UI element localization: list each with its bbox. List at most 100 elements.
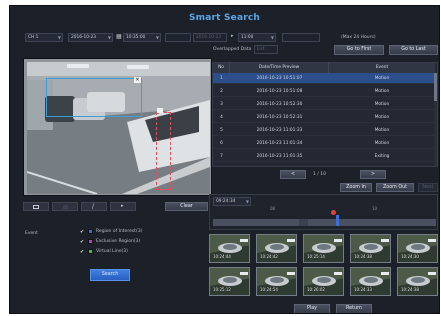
row-datetime: 2016-10-23 11:01:34	[256, 141, 303, 146]
timeline-tick: 08	[270, 206, 276, 211]
smart-search-window: Smart Search CH 1 ▼ 2016-10-23 ▼ ▦ 10:35…	[9, 5, 440, 314]
thumbnail[interactable]: 10:24:30	[397, 234, 438, 263]
timeline-time-field[interactable]: 09:24:34 ▼	[213, 197, 251, 206]
thumbnail[interactable]: 10:25:12	[209, 267, 250, 296]
zoom-in-button[interactable]: Zoom In	[340, 183, 372, 192]
event-checkbox[interactable]: ✔	[80, 229, 85, 235]
thumbnail-timestamp: 10:24:44	[213, 254, 231, 259]
clear-button[interactable]: Clear	[165, 202, 208, 211]
draw-rectangle-tool[interactable]	[23, 202, 49, 211]
channel-select[interactable]: CH 1 ▼	[25, 33, 63, 42]
row-datetime: 2016-10-23 10:51:07	[256, 76, 303, 81]
thumbnail-timestamp: 10:24:54	[260, 287, 278, 292]
timeline-time-value: 09:24:34	[216, 199, 236, 204]
table-row[interactable]: 6 2016-10-23 11:01:34 Motion	[213, 138, 435, 149]
table-header: No Date/Time Preview Event	[213, 63, 435, 73]
event-color-swatch	[88, 249, 93, 254]
start-date-field[interactable]: 2016-10-23 ▼	[68, 33, 113, 42]
video-preview[interactable]: ✕	[23, 58, 212, 196]
end-sub-field	[282, 33, 320, 42]
timeline-panel[interactable]: 09:24:34 ▼ 08 10	[209, 194, 438, 230]
thumbnail[interactable]: 10:24:38	[397, 267, 438, 296]
search-button[interactable]: Search	[90, 269, 130, 281]
thumbnail[interactable]: 10:24:42	[256, 234, 297, 263]
chevron-down-icon: ▼	[270, 35, 274, 40]
table-scrollbar[interactable]	[434, 73, 437, 166]
return-button[interactable]: Return	[336, 304, 372, 313]
row-no: 6	[220, 141, 223, 146]
table-row[interactable]: 2 2016-10-23 10:51:08 Motion	[213, 86, 435, 97]
header-event: Event	[375, 65, 389, 70]
thumbnail-timestamp: 10:25:14	[307, 254, 325, 259]
thumbnail[interactable]: 10:24:38	[350, 234, 391, 263]
zoom-out-button[interactable]: Zoom Out	[376, 183, 414, 192]
end-time-value: 11:00	[241, 35, 254, 40]
draw-line-tool[interactable]: /	[81, 202, 107, 211]
row-datetime: 2016-10-23 10:52:31	[256, 115, 303, 120]
page-indicator: 1 / 10	[313, 172, 326, 177]
table-row[interactable]: 5 2016-10-23 11:01:33 Motion	[213, 125, 435, 136]
close-icon[interactable]: ✕	[134, 77, 141, 83]
polygon-icon	[63, 205, 68, 209]
start-time-field[interactable]: 10:35:00 ▼	[123, 33, 161, 42]
event-label: Event	[25, 231, 38, 236]
line-icon: /	[92, 203, 95, 210]
region-of-interest-box[interactable]	[46, 78, 142, 117]
thumbnail[interactable]: 10:24:44	[209, 234, 250, 263]
thumbnail-timestamp: 10:24:42	[260, 254, 278, 259]
table-row[interactable]: 4 2016-10-23 10:52:31 Motion	[213, 112, 435, 123]
thumbnail[interactable]: 10:24:33	[350, 267, 391, 296]
table-row[interactable]: 3 2016-10-23 10:52:30 Motion	[213, 99, 435, 110]
scrollbar-thumb[interactable]	[434, 73, 437, 101]
dst-field	[165, 33, 191, 42]
prev-page-button[interactable]: <	[280, 170, 306, 179]
row-no: 4	[220, 115, 223, 120]
draw-polygon-tool[interactable]	[52, 202, 78, 211]
row-no: 7	[220, 154, 223, 159]
thumbnail[interactable]: 10:25:14	[303, 234, 344, 263]
row-event: Motion	[374, 115, 390, 120]
max-hours-hint: (Max 24 Hours)	[341, 35, 376, 40]
play-button[interactable]: Play	[294, 304, 330, 313]
start-time-value: 10:35:00	[126, 35, 146, 40]
thumbnail[interactable]: 10:26:02	[303, 267, 344, 296]
event-checkbox[interactable]: ✔	[80, 239, 85, 245]
row-datetime: 2016-10-23 11:01:35	[256, 154, 303, 159]
row-no: 5	[220, 128, 223, 133]
row-datetime: 2016-10-23 10:52:30	[256, 102, 303, 107]
checkmark-icon: ✔	[80, 249, 85, 255]
range-separator: ▸	[231, 33, 234, 39]
next-disabled-button: Next	[418, 183, 438, 192]
chevron-down-icon: ▼	[57, 35, 61, 40]
row-no: 2	[220, 89, 223, 94]
region-handle[interactable]	[157, 108, 163, 113]
timeline-marker[interactable]	[335, 215, 339, 226]
thumbnail[interactable]: 10:24:54	[256, 267, 297, 296]
thumbnail-timestamp: 10:24:38	[354, 254, 372, 259]
thumbnail-timestamp: 10:24:30	[401, 254, 419, 259]
header-datetime: Date/Time Preview	[230, 63, 329, 73]
playhead-icon[interactable]	[331, 210, 336, 215]
thumbnail-timestamp: 10:26:02	[307, 287, 325, 292]
timeline-track[interactable]	[213, 210, 436, 226]
event-checkbox[interactable]: ✔	[80, 249, 85, 255]
exclusive-region-box[interactable]	[156, 112, 171, 190]
recorded-segment	[213, 219, 299, 226]
end-time-field[interactable]: 11:00 ▼	[238, 33, 276, 42]
event-color-swatch	[88, 239, 93, 244]
overlapped-data-label: Overlapped Data	[213, 47, 252, 52]
table-row[interactable]: 7 2016-10-23 11:01:35 Exiting	[213, 151, 435, 162]
go-to-last-button[interactable]: Go to Last	[389, 45, 438, 55]
select-tool[interactable]: ▸	[110, 202, 136, 211]
go-to-first-button[interactable]: Go to First	[334, 45, 384, 55]
end-date-value: 2016-10-23	[196, 35, 221, 40]
next-page-button[interactable]: >	[360, 170, 386, 179]
row-event: Motion	[374, 89, 390, 94]
calendar-icon[interactable]: ▦	[116, 33, 122, 40]
row-no: 1	[220, 76, 223, 81]
row-event: Motion	[374, 128, 390, 133]
event-color-swatch	[88, 229, 93, 234]
row-event: Motion	[374, 141, 390, 146]
table-row[interactable]: 1 2016-10-23 10:51:07 Motion	[213, 73, 435, 84]
header-no: No	[213, 63, 230, 73]
